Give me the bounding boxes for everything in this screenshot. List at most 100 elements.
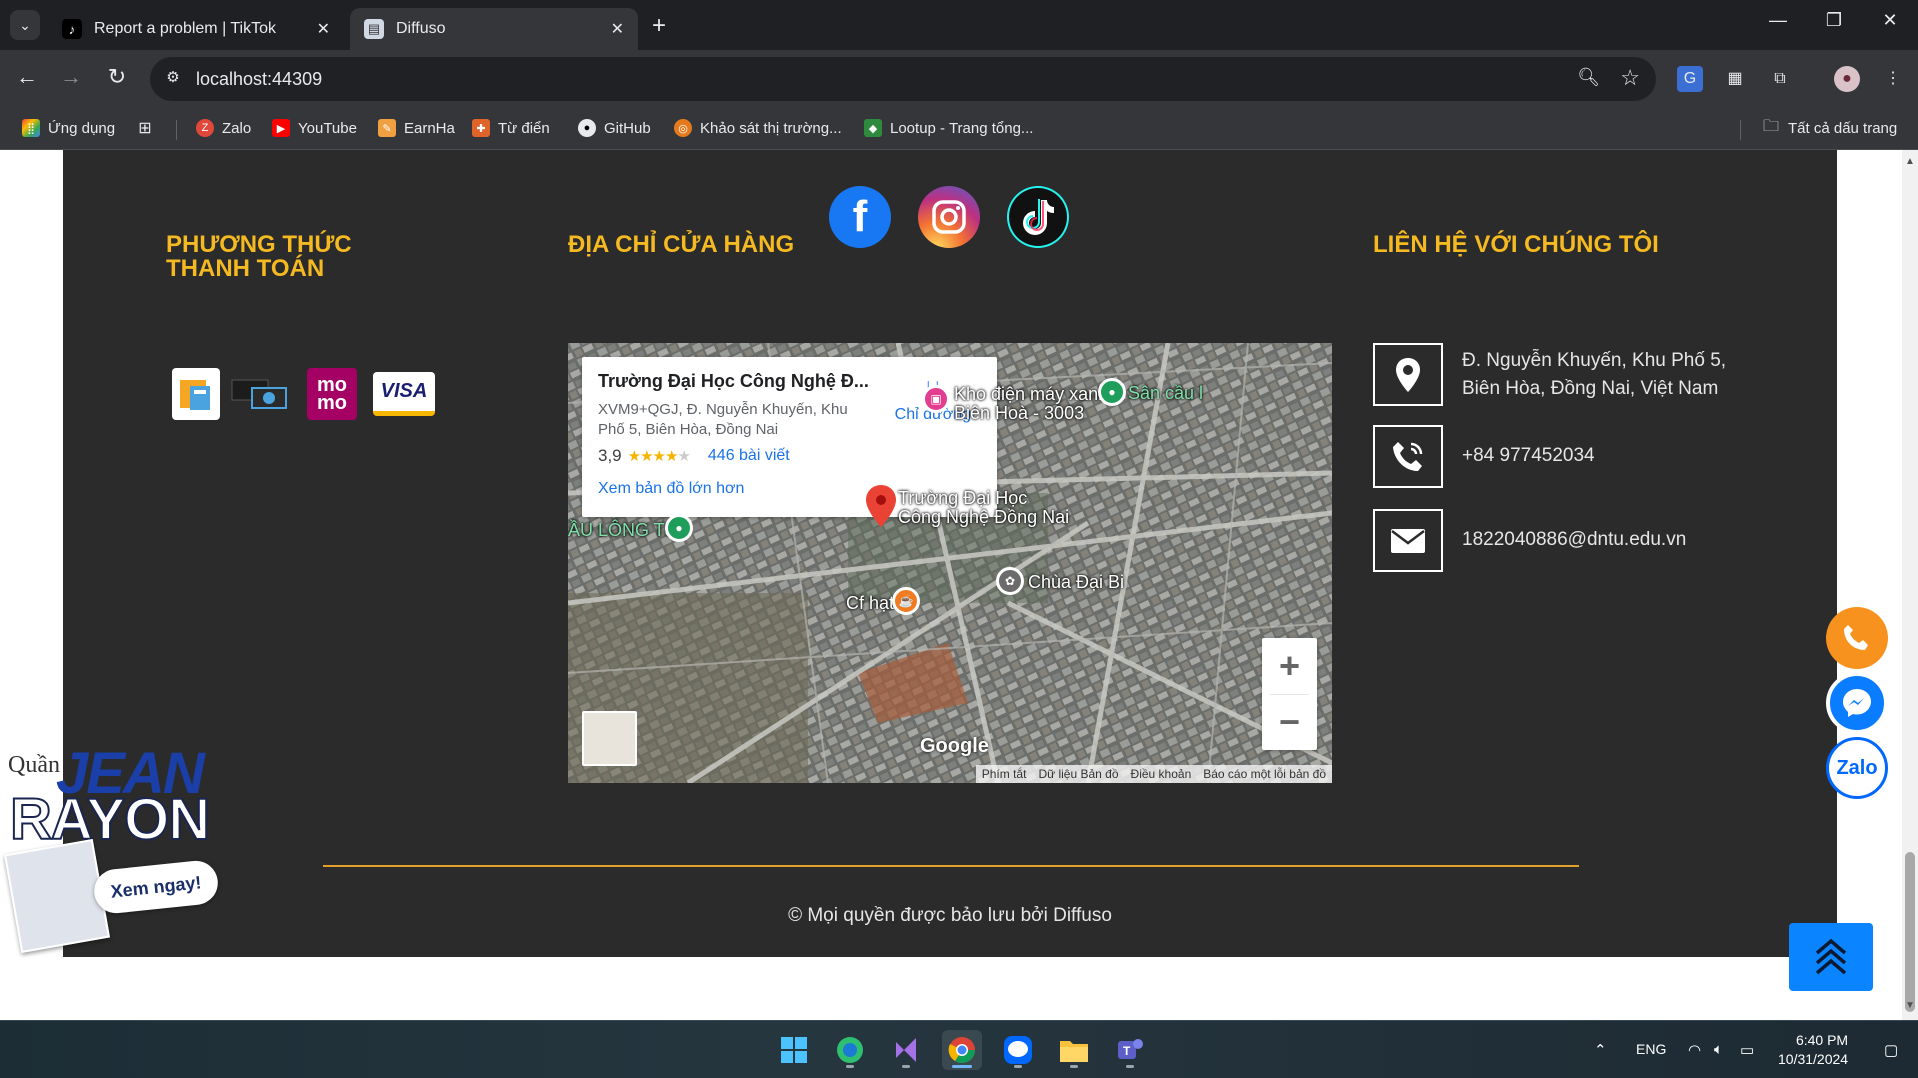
teams-icon[interactable]: T: [1110, 1030, 1150, 1070]
forward-icon[interactable]: →: [56, 64, 86, 90]
system-clock[interactable]: 6:40 PM 10/31/2024: [1778, 1031, 1848, 1069]
map-data-link[interactable]: Dữ liệu Bản đồ: [1032, 765, 1124, 783]
site-info-icon[interactable]: ⚙: [162, 68, 184, 90]
messenger-button[interactable]: [1826, 672, 1888, 734]
youtube-icon: ▶: [272, 119, 290, 137]
browser-toolbar: ← → ↻ ⚙ localhost:44309 🔍︎ ☆ G ▦ ⧉ ● ⋮: [0, 50, 1918, 108]
restore-icon[interactable]: ❐: [1814, 10, 1854, 31]
instagram-icon[interactable]: [918, 186, 980, 248]
phone-call-icon: [1844, 625, 1868, 650]
zalo-icon: Z: [196, 119, 214, 137]
bookmark-github[interactable]: ● GitHub: [578, 119, 651, 137]
chrome-icon[interactable]: [942, 1030, 982, 1070]
map-label-chua: Chùa Đại Bi: [1028, 572, 1125, 592]
map-label-san-cau: Sân cầu l: [1128, 383, 1204, 403]
edge-dev-icon[interactable]: [830, 1030, 870, 1070]
cafe-pin-icon[interactable]: ☕: [892, 587, 920, 615]
profile-avatar[interactable]: ●: [1834, 66, 1860, 92]
promo-cta-button[interactable]: Xem ngay!: [92, 858, 220, 916]
promo-quan: Quần: [8, 752, 60, 778]
tab-diffuso[interactable]: ▤ Diffuso ✕: [350, 8, 638, 50]
call-button[interactable]: [1826, 607, 1888, 669]
running-indicator: [952, 1065, 972, 1068]
sport-pin-icon[interactable]: ●: [1098, 378, 1126, 406]
tab-tiktok[interactable]: ♪ Report a problem | TikTok ✕: [48, 8, 344, 50]
tray-overflow-icon[interactable]: ⌃: [1594, 1041, 1607, 1059]
battery-icon[interactable]: ▭: [1740, 1041, 1754, 1059]
tiktok-icon[interactable]: [1007, 186, 1069, 248]
zalo-button[interactable]: Zalo: [1826, 737, 1888, 799]
rating-value: 3,9: [598, 446, 622, 465]
temple-pin-icon[interactable]: ✿: [996, 567, 1024, 595]
report-error-link[interactable]: Báo cáo một lỗi bản đồ: [1197, 765, 1332, 783]
visual-studio-icon[interactable]: [886, 1030, 926, 1070]
scrollbar-thumb[interactable]: [1905, 852, 1915, 1012]
new-tab-icon[interactable]: +: [652, 12, 666, 40]
address-bar[interactable]: ⚙ localhost:44309 🔍︎ ☆: [150, 57, 1656, 101]
facebook-icon[interactable]: f: [829, 186, 891, 248]
university-marker-icon[interactable]: [866, 485, 896, 532]
zoom-icon[interactable]: 🔍︎: [1577, 67, 1600, 88]
running-indicator: [1126, 1065, 1134, 1068]
bookmark-label: Từ điển: [498, 119, 550, 137]
bookmark-survey[interactable]: ◎ Khảo sát thị trường...: [674, 119, 842, 137]
reviews-link[interactable]: 446 bài viết: [708, 447, 790, 465]
menu-icon[interactable]: ⋮: [1880, 66, 1906, 92]
site-footer: f PHƯƠNG THỨC THANH TOÁN mo mo VISA ĐỊA …: [63, 150, 1837, 957]
scroll-down-icon[interactable]: ▼: [1905, 1000, 1915, 1011]
zoom-in-button[interactable]: +: [1262, 638, 1317, 694]
scroll-up-icon[interactable]: ▲: [1905, 156, 1915, 167]
bookmark-tab-groups[interactable]: ⊞: [136, 119, 162, 137]
page-scrollbar[interactable]: ▲ ▼: [1902, 150, 1918, 1020]
running-indicator: [846, 1065, 854, 1068]
back-icon[interactable]: ←: [12, 64, 42, 90]
keyboard-shortcuts-link[interactable]: Phím tắt: [976, 765, 1033, 783]
map-layer-toggle[interactable]: [582, 711, 637, 766]
clock-date: 10/31/2024: [1778, 1051, 1849, 1067]
contact-phone: +84 977452034: [1462, 445, 1595, 466]
translate-extension-icon[interactable]: G: [1677, 66, 1703, 92]
badminton-pin-icon[interactable]: ●: [665, 514, 693, 542]
qr-extension-icon[interactable]: ▦: [1722, 66, 1748, 92]
store-pin-icon[interactable]: ▣: [922, 385, 950, 413]
page-viewport: f PHƯƠNG THỨC THANH TOÁN mo mo VISA ĐỊA …: [0, 150, 1918, 1020]
minimize-icon[interactable]: —: [1758, 10, 1798, 31]
all-bookmarks-label: Tất cả dấu trang: [1788, 119, 1898, 137]
url-text[interactable]: localhost:44309: [196, 69, 322, 90]
close-tab-icon[interactable]: ✕: [317, 19, 330, 39]
input-language[interactable]: ENG: [1636, 1041, 1666, 1057]
start-icon[interactable]: [774, 1030, 814, 1070]
reload-icon[interactable]: ↻: [102, 64, 132, 90]
zoom-divider: [1270, 694, 1309, 695]
volume-icon[interactable]: 🔈︎: [1714, 1041, 1723, 1058]
zoom-out-button[interactable]: −: [1262, 694, 1317, 750]
bookmark-earnha[interactable]: ✎ EarnHa: [378, 119, 455, 137]
bookmark-star-icon[interactable]: ☆: [1620, 65, 1640, 91]
momo-text-bottom: mo: [317, 392, 347, 414]
all-bookmarks[interactable]: 🗀 Tất cả dấu trang: [1762, 118, 1898, 137]
bookmark-apps[interactable]: ⣿ Ứng dụng: [22, 119, 115, 137]
bookmark-zalo[interactable]: Z Zalo: [196, 119, 251, 137]
bookmarks-bar: ⣿ Ứng dụng ⊞ Z Zalo ▶ YouTube ✎ EarnHa ✚…: [0, 108, 1918, 150]
tab-search-button[interactable]: ⌄: [10, 10, 40, 40]
wifi-icon[interactable]: ◠: [1688, 1041, 1701, 1059]
footer-divider: [323, 865, 1579, 867]
close-tab-icon[interactable]: ✕: [611, 19, 624, 39]
bookmark-dictionary[interactable]: ✚ Từ điển: [472, 119, 550, 137]
bookmark-youtube[interactable]: ▶ YouTube: [272, 119, 357, 137]
running-indicator: [1014, 1065, 1022, 1068]
file-explorer-icon[interactable]: [1054, 1030, 1094, 1070]
notification-icon[interactable]: ▢: [1884, 1041, 1898, 1059]
zalo-app-icon[interactable]: [998, 1030, 1038, 1070]
phone-icon: [1373, 425, 1443, 488]
extensions-icon[interactable]: ⧉: [1767, 66, 1793, 92]
earnha-icon: ✎: [378, 119, 396, 137]
copyright-text: © Mọi quyền được bảo lưu bởi Diffuso: [788, 905, 1112, 926]
google-map-embed[interactable]: Trường Đại Học Công Nghệ Đ... XVM9+QGJ, …: [568, 343, 1332, 783]
back-to-top-button[interactable]: [1789, 923, 1873, 991]
map-label-university: Trường Đại Học Công Nghệ Đồng Nai: [898, 488, 1070, 527]
close-window-icon[interactable]: ✕: [1870, 10, 1910, 31]
terms-link[interactable]: Điều khoản: [1125, 765, 1198, 783]
bookmark-lootup[interactable]: ◆ Lootup - Trang tổng...: [864, 119, 1033, 137]
jean-rayon-promo[interactable]: Quần JEAN RAYON Xem ngay!: [4, 740, 220, 954]
